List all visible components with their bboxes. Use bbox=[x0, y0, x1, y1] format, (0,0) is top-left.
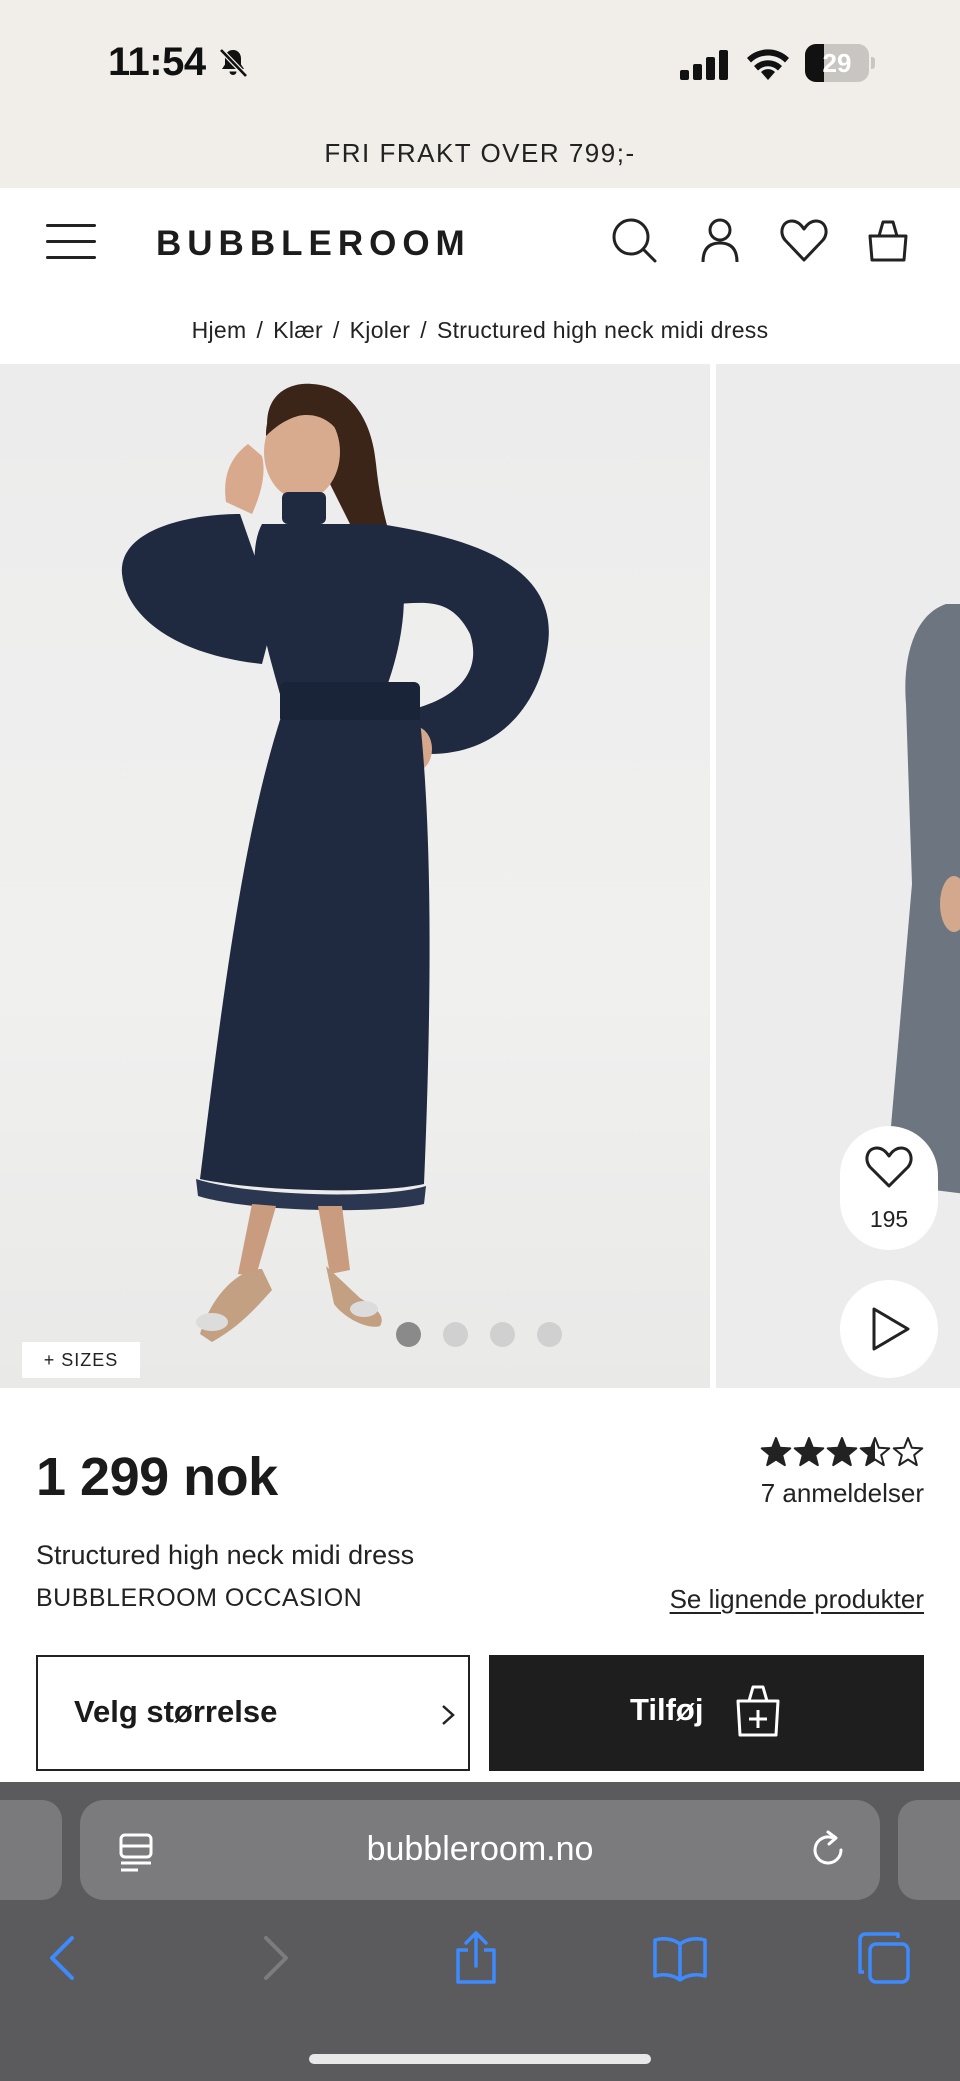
back-icon[interactable] bbox=[36, 1930, 92, 1986]
promo-banner: FRI FRAKT OVER 799;- bbox=[0, 120, 960, 188]
forward-icon bbox=[264, 1936, 288, 1980]
star-fill bbox=[761, 1438, 791, 1466]
favorite-button[interactable]: 195 bbox=[840, 1126, 938, 1250]
carousel-dot-4[interactable] bbox=[537, 1322, 562, 1347]
breadcrumb-separator: / bbox=[332, 316, 340, 343]
account-icon[interactable] bbox=[694, 214, 746, 266]
chevron-right-icon bbox=[442, 1705, 455, 1725]
breadcrumb-home[interactable]: Hjem bbox=[192, 317, 247, 344]
address-bar[interactable]: bubbleroom.no bbox=[80, 1800, 880, 1900]
shopping-bag-icon[interactable] bbox=[862, 214, 914, 266]
breadcrumb: Hjem / Klær / Kjoler / Structured high n… bbox=[0, 296, 960, 364]
add-to-bag-icon bbox=[736, 1685, 780, 1737]
model-photo bbox=[121, 383, 549, 1342]
review-count[interactable]: 7 anmeldelser bbox=[761, 1478, 924, 1509]
breadcrumb-clothes[interactable]: Klær bbox=[273, 317, 323, 344]
next-tab-preview[interactable] bbox=[898, 1800, 960, 1900]
star-fill bbox=[794, 1438, 824, 1466]
menu-icon[interactable] bbox=[46, 222, 96, 262]
carousel-dot-2[interactable] bbox=[443, 1322, 468, 1347]
promo-text: FRI FRAKT OVER 799;- bbox=[324, 138, 636, 168]
battery-indicator: 29 bbox=[805, 44, 875, 82]
breadcrumb-separator: / bbox=[420, 316, 427, 343]
star-icon bbox=[892, 1437, 924, 1467]
select-size-button[interactable]: Velg størrelse bbox=[36, 1655, 470, 1771]
rating-stars[interactable] bbox=[760, 1436, 926, 1470]
add-to-cart-label: Tilføj bbox=[630, 1692, 704, 1727]
wishlist-heart-icon[interactable] bbox=[778, 214, 830, 266]
product-name: Structured high neck midi dress bbox=[36, 1540, 415, 1570]
site-header: BUBBLEROOM bbox=[0, 188, 960, 296]
tabs-icon[interactable] bbox=[856, 1930, 912, 1986]
product-brand[interactable]: BUBBLEROOM OCCASION bbox=[36, 1584, 362, 1613]
star-fill bbox=[827, 1438, 857, 1466]
home-indicator bbox=[309, 2054, 651, 2064]
product-gallery[interactable]: + SIZES 195 bbox=[0, 364, 960, 1388]
play-icon bbox=[872, 1307, 910, 1351]
status-bar: 11:54 29 bbox=[0, 0, 960, 120]
search-icon[interactable] bbox=[608, 214, 660, 266]
cellular-signal-icon bbox=[680, 50, 728, 80]
add-to-cart-button[interactable]: Tilføj bbox=[489, 1655, 924, 1771]
reload-icon[interactable] bbox=[808, 1830, 848, 1870]
heart-icon bbox=[865, 1146, 913, 1188]
similar-products-link[interactable]: Se lignende produkter bbox=[670, 1584, 924, 1615]
browser-chrome: bubbleroom.no bbox=[0, 1782, 960, 2081]
carousel-dots bbox=[396, 1322, 562, 1348]
product-image-main[interactable]: + SIZES bbox=[0, 364, 710, 1388]
carousel-dot-1[interactable] bbox=[396, 1322, 421, 1347]
favorite-count: 195 bbox=[869, 1206, 909, 1232]
product-price: 1 299 nok bbox=[36, 1447, 278, 1507]
brand-logo[interactable]: BUBBLEROOM bbox=[156, 224, 471, 264]
silent-bell-icon bbox=[219, 48, 248, 78]
bookmarks-icon[interactable] bbox=[652, 1930, 708, 1986]
url-text: bubbleroom.no bbox=[366, 1830, 594, 1868]
breadcrumb-current: Structured high neck midi dress bbox=[436, 316, 769, 343]
wifi-icon bbox=[747, 49, 789, 80]
share-icon[interactable] bbox=[448, 1930, 504, 1986]
battery-level: 29 bbox=[822, 48, 852, 78]
sizes-tag[interactable]: + SIZES bbox=[22, 1342, 140, 1378]
select-size-label: Velg størrelse bbox=[74, 1694, 278, 1729]
status-time: 11:54 bbox=[108, 40, 206, 84]
carousel-dot-3[interactable] bbox=[490, 1322, 515, 1347]
play-video-button[interactable] bbox=[840, 1280, 938, 1378]
breadcrumb-dresses[interactable]: Kjoler bbox=[350, 317, 411, 344]
breadcrumb-separator: / bbox=[256, 316, 264, 343]
previous-tab-preview[interactable] bbox=[0, 1800, 62, 1900]
